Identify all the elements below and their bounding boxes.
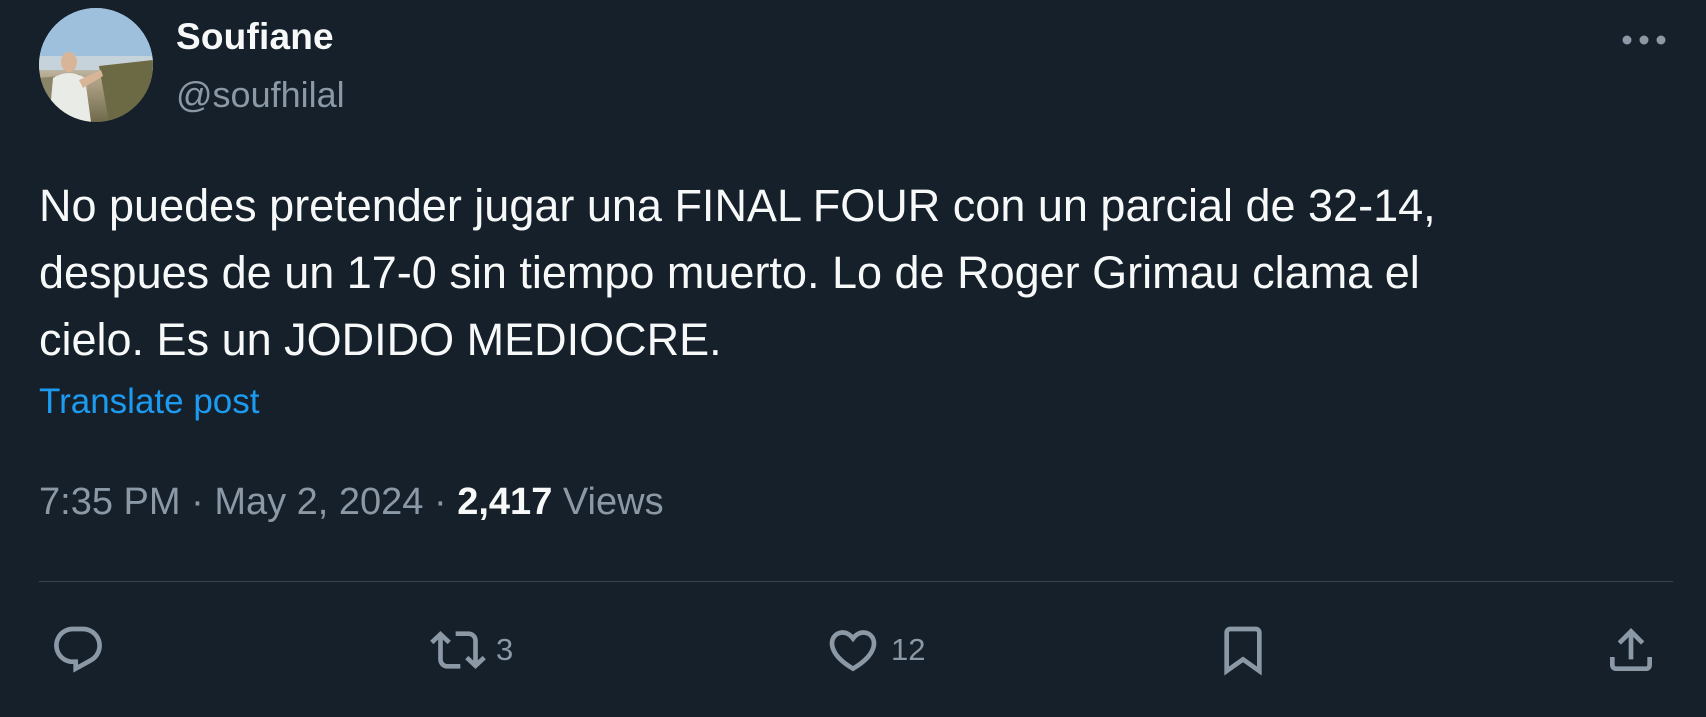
meta-separator: · bbox=[191, 481, 204, 523]
meta-separator: · bbox=[434, 481, 447, 523]
divider bbox=[39, 581, 1673, 582]
author-handle[interactable]: @soufhilal bbox=[176, 74, 345, 116]
translate-post-link[interactable]: Translate post bbox=[39, 382, 259, 422]
more-options-button[interactable] bbox=[1614, 22, 1674, 58]
heart-icon bbox=[829, 630, 877, 672]
views-label: Views bbox=[562, 481, 664, 523]
more-icon bbox=[1622, 35, 1666, 45]
tweet-card: Soufiane @soufhilal No puedes pretender … bbox=[0, 0, 1706, 717]
author-display-name[interactable]: Soufiane bbox=[176, 16, 334, 58]
post-meta: 7:35 PM · May 2, 2024 · 2,417 Views bbox=[39, 481, 664, 524]
like-count: 12 bbox=[891, 632, 926, 667]
reply-icon bbox=[54, 626, 102, 673]
like-button[interactable]: 12 bbox=[825, 620, 925, 680]
views-count[interactable]: 2,417 bbox=[457, 481, 552, 523]
repost-button[interactable]: 3 bbox=[430, 620, 513, 680]
reply-button[interactable] bbox=[50, 620, 106, 680]
avatar[interactable] bbox=[39, 8, 153, 122]
post-time[interactable]: 7:35 PM bbox=[39, 481, 181, 523]
post-text: No puedes pretender jugar una FINAL FOUR… bbox=[39, 180, 1436, 365]
bookmark-button[interactable] bbox=[1215, 620, 1271, 680]
post-date[interactable]: May 2, 2024 bbox=[214, 481, 423, 523]
share-icon bbox=[1610, 628, 1652, 671]
share-button[interactable] bbox=[1603, 620, 1659, 680]
repost-count: 3 bbox=[496, 632, 514, 667]
bookmark-icon bbox=[1224, 626, 1262, 676]
avatar-photo bbox=[39, 8, 153, 122]
retweet-icon bbox=[430, 631, 486, 669]
